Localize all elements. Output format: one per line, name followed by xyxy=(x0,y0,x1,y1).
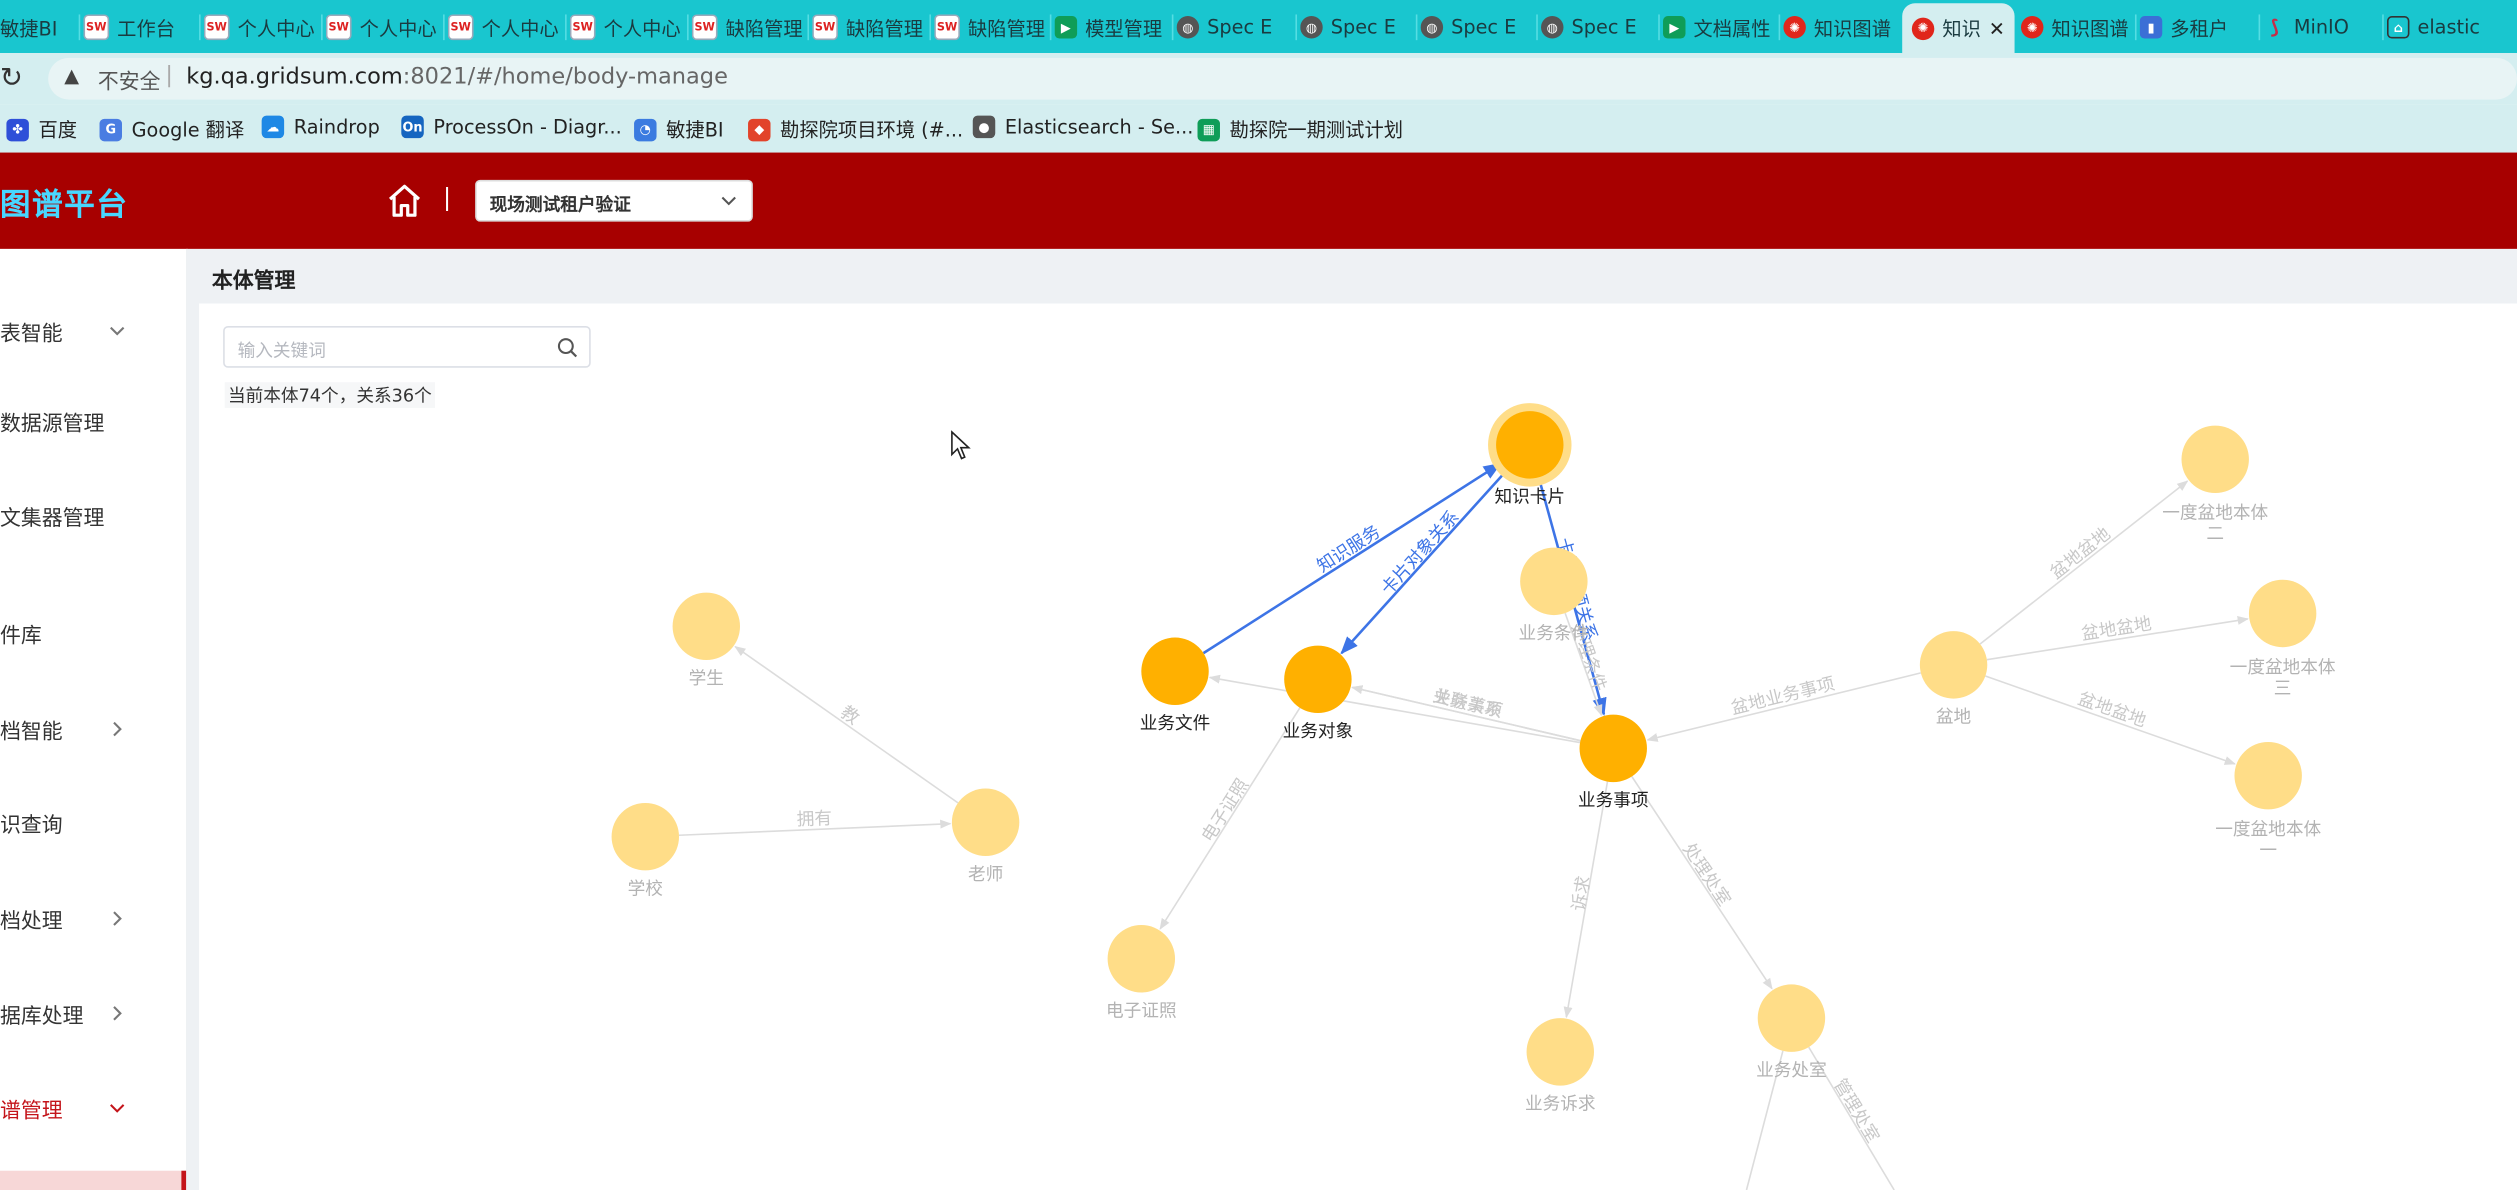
graph-edge-e8[interactable]: 电子证照 xyxy=(1159,707,1301,930)
edge-label: 教 xyxy=(837,702,864,730)
graph-node-teacher[interactable]: 老师 xyxy=(951,788,1020,886)
graph-node-condition[interactable]: 业务条件 xyxy=(1519,547,1590,645)
graph-node-office[interactable]: 业务处室 xyxy=(1756,984,1827,1081)
graph-node-school[interactable]: 学校 xyxy=(611,802,680,900)
graph-node-basin1[interactable]: 一度盆地本体一 xyxy=(2215,741,2321,861)
graph-node-basin3[interactable]: 一度盆地本体三 xyxy=(2230,579,2336,699)
graph-edge-e10[interactable]: 处理处室 xyxy=(1631,776,1773,990)
node-circle xyxy=(1107,925,1176,993)
edge-label: 知识服务 xyxy=(1313,521,1384,577)
graph-edge-e9[interactable]: 诉求 xyxy=(1563,781,1609,1019)
node-label: 业务文件 xyxy=(1140,713,1211,734)
node-label: 学生 xyxy=(689,668,724,689)
node-label: 业务诉求 xyxy=(1525,1094,1596,1115)
graph-edge-e12[interactable]: 盆地盆地 xyxy=(1979,480,2189,645)
node-label: 一度盆地本体二 xyxy=(2162,503,2268,545)
node-circle xyxy=(2181,425,2249,494)
node-label: 盆地 xyxy=(1936,707,1972,728)
node-label: 学校 xyxy=(628,878,664,899)
node-label: 业务条件 xyxy=(1519,623,1590,644)
node-label: 一度盆地本体三 xyxy=(2230,657,2336,699)
graph-edge-e16[interactable]: 教 xyxy=(734,645,959,804)
node-label: 知识卡片 xyxy=(1494,487,1565,508)
node-circle xyxy=(1919,631,1988,699)
graph-edge-e2[interactable]: 卡片对象关系 xyxy=(1340,468,1509,655)
graph-node-student[interactable]: 学生 xyxy=(672,592,741,690)
graph-edge-e14[interactable]: 盆地盆地 xyxy=(1985,675,2236,765)
graph-node-matter[interactable]: 业务事项 xyxy=(1578,714,1649,812)
node-label: 业务事项 xyxy=(1578,790,1649,811)
edge-label: 关联事项 xyxy=(1431,686,1505,723)
edge-label: 盆地盆地 xyxy=(2075,688,2149,731)
graph-node-file[interactable]: 业务文件 xyxy=(1140,637,1211,735)
edge-line xyxy=(1208,674,1581,744)
edge-label: 诉求 xyxy=(1568,874,1595,913)
graph-edge-e15[interactable]: 拥有 xyxy=(678,808,952,837)
graph-nodes: 知识卡片业务文件 业务对象业务事项业务条件学生学校老师电子证照业务诉求业务处室盆地… xyxy=(611,403,2336,1115)
graph-node-cert[interactable]: 电子证照 xyxy=(1106,925,1177,1022)
graph-node-basin2[interactable]: 一度盆地本体二 xyxy=(2162,425,2269,545)
graph-edge-e1[interactable]: 知识服务 xyxy=(1202,462,1502,655)
ontology-graph[interactable]: 知识服务卡片对象关系卡片事项关系业务关系关联事项办理条件电子证照诉求处理处室盆地… xyxy=(0,0,2517,1190)
graph-node-appeal[interactable]: 业务诉求 xyxy=(1525,1018,1596,1115)
edge-label: 盆地业务事项 xyxy=(1729,673,1837,719)
node-circle xyxy=(2248,579,2317,648)
node-circle xyxy=(2234,741,2302,810)
node-circle xyxy=(672,592,741,661)
graph-node-card[interactable]: 知识卡片 xyxy=(1488,403,1572,508)
graph-edges: 知识服务卡片对象关系卡片事项关系业务关系关联事项办理条件电子证照诉求处理处室盆地… xyxy=(678,462,2249,1190)
edge-label: 处理处室 xyxy=(1678,839,1734,910)
mouse-cursor-icon xyxy=(951,430,971,460)
graph-edge-e13[interactable]: 盆地盆地 xyxy=(1986,613,2249,661)
edge-label: 管理处室 xyxy=(1829,1075,1883,1146)
node-label: 业务对象 xyxy=(1283,721,1354,742)
edge-label: 卡片对象关系 xyxy=(1377,507,1464,600)
node-circle xyxy=(1579,714,1647,783)
edge-label: 拥有 xyxy=(796,808,832,830)
edge-label: 盆地盆地 xyxy=(2046,523,2115,583)
node-circle xyxy=(1496,411,1564,479)
node-circle xyxy=(951,788,1020,856)
node-circle xyxy=(1526,1018,1594,1086)
node-circle xyxy=(611,802,680,871)
graph-edge-e11[interactable]: 盆地业务事项 xyxy=(1646,672,1922,742)
node-label: 电子证照 xyxy=(1106,1001,1177,1022)
graph-node-object[interactable]: 业务对象 xyxy=(1283,645,1354,743)
node-label: 一度盆地本体一 xyxy=(2215,819,2321,861)
node-circle xyxy=(1520,547,1588,616)
node-label: 业务处室 xyxy=(1756,1060,1827,1081)
node-circle xyxy=(1757,984,1826,1052)
node-label: 老师 xyxy=(968,864,1003,885)
browser-window: 敏捷BI SW 工作台 SW 个人中心 SW 个人中心 SW 个人中心 SW 个人中心 SW 缺陷管理 S… xyxy=(0,0,2517,1190)
graph-node-basin[interactable]: 盆地 xyxy=(1919,631,1988,728)
edge-label: 电子证照 xyxy=(1198,775,1253,846)
node-circle xyxy=(1284,645,1352,714)
node-circle xyxy=(1141,637,1209,706)
graph-edge-e4[interactable] xyxy=(1208,674,1581,744)
graph-edge-e6[interactable]: 关联事项 xyxy=(1351,685,1581,742)
